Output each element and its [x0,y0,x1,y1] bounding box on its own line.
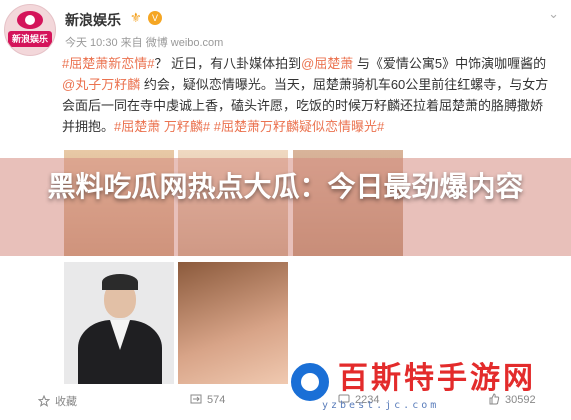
topic-link[interactable]: #屈楚萧新恋情# [62,56,154,71]
post-text: ？ 近日，有八卦媒体拍到 [154,56,302,71]
post-image-5[interactable] [178,262,288,384]
topic-link[interactable]: #屈楚萧万籽麟疑似恋情曝光# [214,119,384,134]
mention-link[interactable]: @屈楚萧 [301,56,353,71]
topic-link[interactable]: #屈楚萧 万籽麟# [114,119,210,134]
avatar-label: 新浪娱乐 [8,31,52,47]
vip-badge-icon: V [148,11,162,25]
chevron-down-icon[interactable]: ⌄ [548,6,559,22]
avatar[interactable]: 新浪娱乐 [4,4,56,56]
watermark-url: yzbest.jc.com [322,400,440,411]
verified-icon: ⚜ [130,10,142,25]
mention-link[interactable]: @丸子万籽麟 [62,77,140,92]
weibo-eye-logo-icon [17,11,43,29]
banner-title: 黑料吃瓜网热点大瓜：今日最劲爆内容 [47,170,524,203]
person-hair-shape [102,274,138,290]
star-icon [38,395,50,407]
post-text: 与《爱情公寓5》中饰演咖喱酱的 [353,56,547,71]
repost-count: 574 [207,394,226,406]
repost-icon [190,394,202,404]
post-meta: 今天 10:30 来自 微博 weibo.com [65,37,224,49]
watermark: 百斯特手游网 [288,360,560,404]
favorite-label: 收藏 [55,396,77,408]
watermark-text: 百斯特手游网 [338,361,536,396]
favorite-button[interactable]: 收藏 [38,393,77,409]
watermark-logo-icon [288,360,332,404]
repost-button[interactable]: 574 [190,393,225,406]
post-image-4[interactable] [64,262,174,384]
account-name[interactable]: 新浪娱乐 [65,10,121,30]
post-content: #屈楚萧新恋情#？ 近日，有八卦媒体拍到@屈楚萧 与《爱情公寓5》中饰演咖喱酱的… [62,53,552,137]
